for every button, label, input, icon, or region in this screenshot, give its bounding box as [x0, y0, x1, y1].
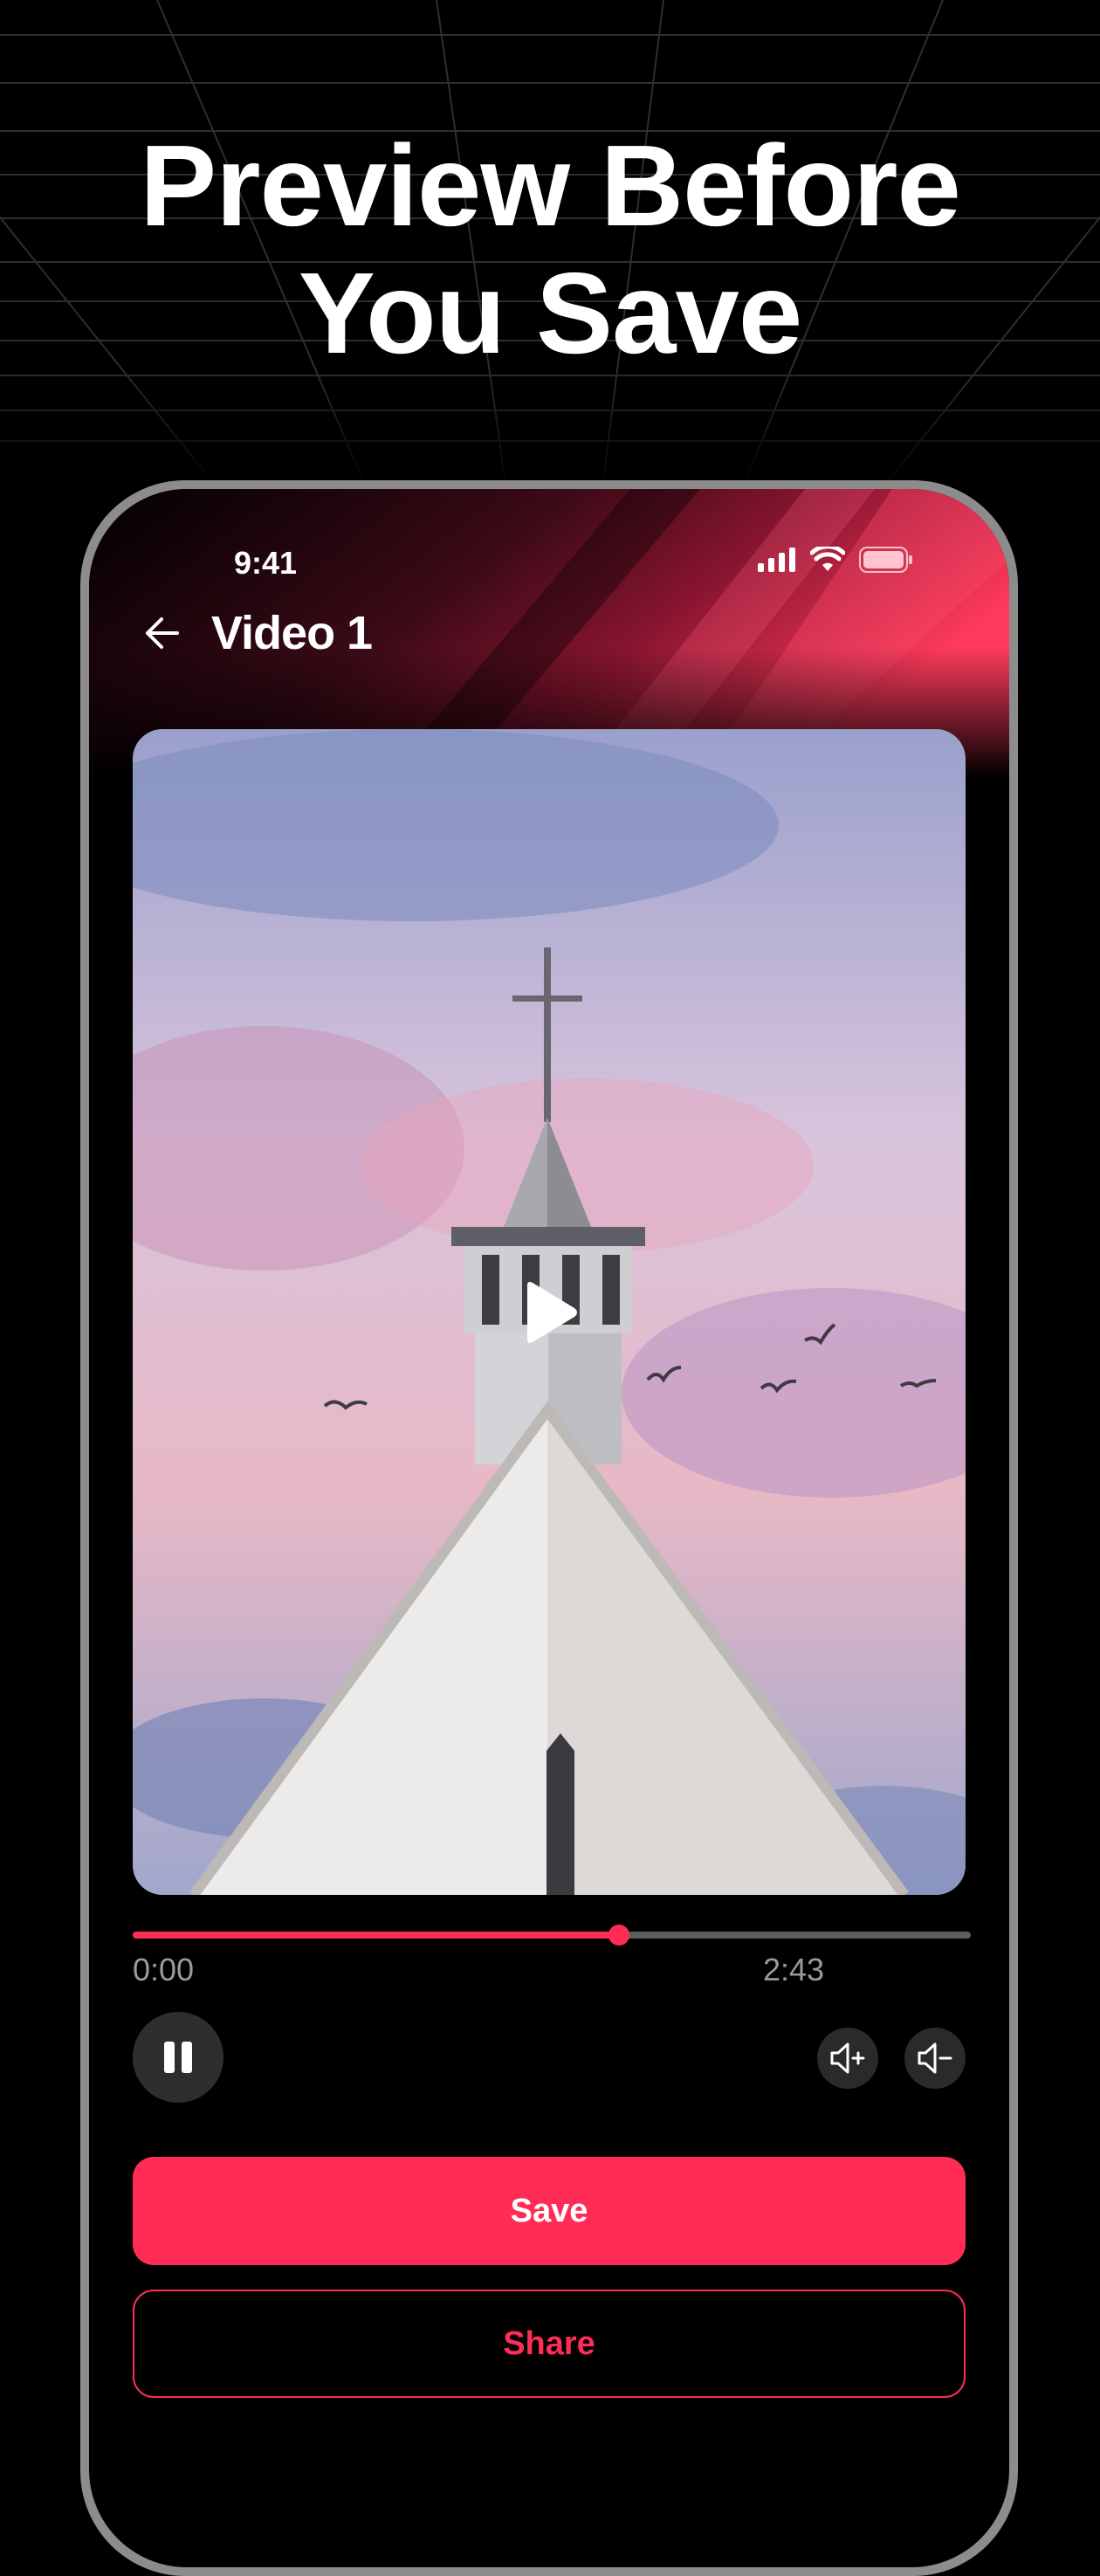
volume-up-button[interactable]: [817, 2028, 878, 2089]
battery-icon: [859, 547, 912, 573]
progress-bar[interactable]: [133, 1921, 971, 1947]
video-preview[interactable]: [133, 729, 966, 1895]
back-button[interactable]: [131, 603, 192, 664]
signal-icon: [758, 548, 795, 572]
volume-down-button[interactable]: [904, 2028, 966, 2089]
headline: Preview Before You Save: [0, 122, 1100, 377]
status-time: 9:41: [234, 545, 298, 581]
phone-frame: 9:41 Video 1 0:00 2:43 Save Share: [80, 480, 1018, 2576]
arrow-left-icon: [146, 617, 179, 649]
time-current: 0:00: [133, 1952, 195, 1987]
time-total: 2:43: [763, 1952, 825, 1987]
volume-up-icon: [830, 2042, 865, 2074]
progress-knob[interactable]: [608, 1925, 629, 1946]
play-button[interactable]: [505, 1269, 593, 1356]
save-button[interactable]: Save: [133, 2157, 966, 2265]
status-icons: [758, 547, 913, 573]
headline-line-2: You Save: [298, 249, 802, 377]
share-button[interactable]: Share: [133, 2290, 966, 2398]
video-title: Video 1: [211, 607, 373, 659]
phone-screen: 9:41 Video 1 0:00 2:43 Save Share: [89, 489, 1009, 2567]
play-icon: [527, 1281, 577, 1343]
progress-fill: [133, 1932, 619, 1939]
headline-line-1: Preview Before: [140, 121, 961, 250]
nav-bar: Video 1: [131, 603, 373, 664]
pause-button[interactable]: [133, 2012, 223, 2103]
pause-icon: [164, 2042, 192, 2073]
wifi-icon: [810, 547, 845, 571]
volume-down-icon: [918, 2042, 952, 2074]
